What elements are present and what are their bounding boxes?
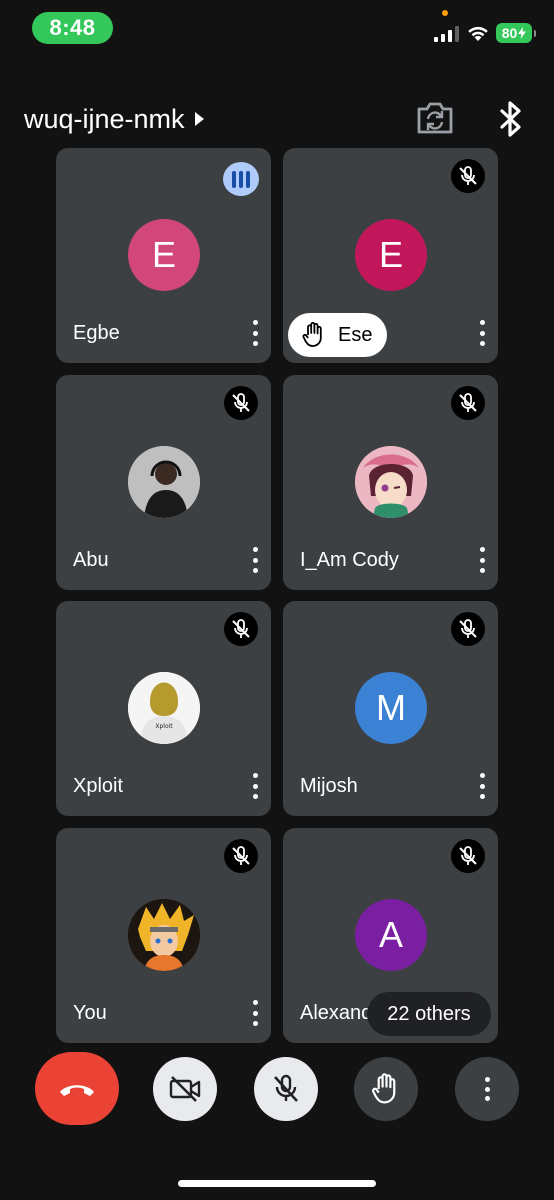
speaking-indicator-icon — [223, 162, 259, 196]
participant-name: Egbe — [73, 322, 120, 344]
more-options-icon[interactable] — [251, 1000, 259, 1026]
status-bar: 8:48 80 — [0, 0, 554, 60]
mic-off-icon — [224, 839, 258, 873]
mic-off-icon — [224, 386, 258, 420]
raised-hand-badge: Ese — [288, 313, 387, 357]
participant-name: I_Am Cody — [300, 549, 399, 571]
avatar — [355, 446, 427, 518]
participant-name: Ese — [338, 323, 373, 346]
participant-tile[interactable]: I_Am Cody — [283, 375, 498, 590]
avatar: Xploit — [128, 672, 200, 744]
raise-hand-button[interactable] — [354, 1057, 418, 1121]
home-indicator[interactable] — [178, 1180, 376, 1187]
avatar-text: Xploit — [155, 723, 173, 730]
status-time: 8:48 — [32, 12, 113, 44]
participant-tile[interactable]: E Ese — [283, 148, 498, 363]
mic-off-icon — [224, 612, 258, 646]
others-count-button[interactable]: 22 others — [367, 992, 491, 1036]
battery-level: 80 — [501, 25, 518, 41]
avatar: E — [355, 219, 427, 291]
chevron-right-icon — [194, 112, 204, 126]
switch-camera-icon[interactable] — [416, 101, 454, 135]
more-options-icon[interactable] — [251, 773, 259, 799]
bluetooth-icon[interactable] — [496, 100, 526, 138]
camera-off-icon — [169, 1076, 201, 1102]
more-vert-icon — [484, 1077, 490, 1101]
participant-name: Abu — [73, 549, 109, 571]
meeting-code-button[interactable]: wuq-ijne-nmk — [24, 101, 204, 137]
participant-name: Mijosh — [300, 775, 358, 797]
battery-charging-icon: 80 — [496, 23, 536, 43]
participant-tile[interactable]: Xploit Xploit — [56, 601, 271, 816]
more-options-icon[interactable] — [478, 547, 486, 573]
avatar — [128, 446, 200, 518]
avatar — [128, 899, 200, 971]
participant-name: Alexand — [300, 1002, 373, 1024]
mic-off-icon — [274, 1074, 298, 1102]
participant-tile[interactable]: Abu — [56, 375, 271, 590]
avatar: A — [355, 899, 427, 971]
wifi-icon — [468, 26, 488, 41]
avatar: M — [355, 672, 427, 744]
mic-off-icon — [451, 159, 485, 193]
meeting-code: wuq-ijne-nmk — [24, 103, 185, 134]
more-options-icon[interactable] — [478, 320, 486, 346]
more-options-button[interactable] — [455, 1057, 519, 1121]
participant-name: Xploit — [73, 775, 124, 797]
hand-icon — [372, 1073, 396, 1104]
participant-tile[interactable]: M Mijosh — [283, 601, 498, 816]
avatar: E — [128, 219, 200, 291]
participant-tile-self[interactable]: You — [56, 828, 271, 1043]
more-options-icon[interactable] — [478, 773, 486, 799]
more-options-icon[interactable] — [251, 320, 259, 346]
mic-off-icon — [451, 386, 485, 420]
participant-name: You — [73, 1002, 107, 1024]
participant-tile[interactable]: E Egbe — [56, 148, 271, 363]
hand-icon — [302, 322, 322, 347]
participant-tile[interactable]: A Alexand 22 others — [283, 828, 498, 1043]
mic-off-icon — [451, 612, 485, 646]
phone-hangup-icon — [60, 1084, 94, 1096]
more-options-icon[interactable] — [251, 547, 259, 573]
camera-toggle-button[interactable] — [153, 1057, 217, 1121]
end-call-button[interactable] — [35, 1052, 119, 1125]
cellular-signal-icon — [434, 26, 459, 42]
mic-off-icon — [451, 839, 485, 873]
mic-toggle-button[interactable] — [254, 1057, 318, 1121]
privacy-indicator-dot — [442, 10, 448, 16]
